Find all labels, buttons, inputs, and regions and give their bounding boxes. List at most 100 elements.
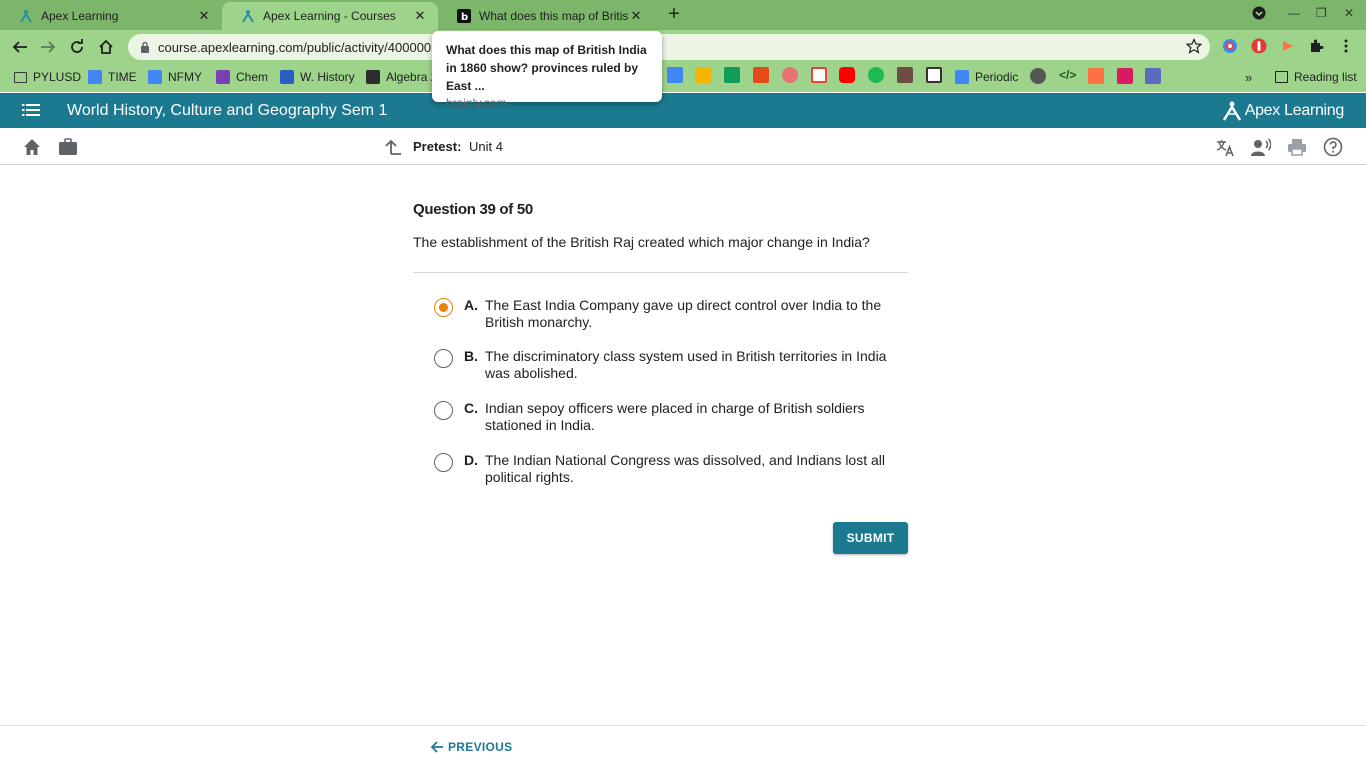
print-icon[interactable] [1287, 137, 1307, 157]
bookmark-shield-icon[interactable] [926, 67, 942, 83]
extension-orange-icon[interactable] [1280, 38, 1298, 56]
question-divider [413, 272, 908, 273]
forward-icon[interactable] [38, 37, 58, 57]
pretest-breadcrumb: Pretest: Unit 4 [413, 139, 503, 154]
home-icon[interactable] [22, 137, 42, 157]
translate-bookmark-icon[interactable] [1145, 68, 1161, 84]
tab-apex-learning-courses[interactable]: Apex Learning - Courses ✕ [222, 2, 438, 30]
docs-icon[interactable] [667, 67, 683, 83]
minimize-icon[interactable]: — [1288, 6, 1300, 20]
close-tab-icon[interactable]: ✕ [412, 8, 428, 24]
translate-icon[interactable] [1215, 137, 1235, 157]
bookmark-chem[interactable]: Chem [216, 68, 268, 86]
docs-icon [88, 70, 102, 84]
submit-button[interactable]: SUBMIT [833, 522, 908, 554]
bookmark-target-icon[interactable] [782, 67, 798, 83]
question-number: Question 39 of 50 [413, 201, 533, 218]
apex-logo: Apex Learning [1221, 100, 1344, 122]
close-window-icon[interactable]: ✕ [1344, 6, 1354, 20]
option-letter: C. [464, 400, 478, 416]
new-tab-icon[interactable]: + [664, 3, 684, 25]
option-text: The Indian National Congress was dissolv… [485, 452, 886, 485]
classroom-icon [366, 70, 380, 84]
help-icon[interactable] [1323, 137, 1343, 157]
tab-title: Apex Learning - Courses [263, 9, 396, 23]
folder-icon [14, 71, 27, 83]
reload-icon[interactable] [67, 37, 87, 57]
previous-label: PREVIOUS [448, 740, 513, 754]
tab-brainly[interactable]: b What does this map of British India ✕ [438, 2, 654, 30]
bookmark-circle-icon[interactable] [1030, 68, 1046, 84]
apex-logo-icon [1222, 101, 1241, 121]
option-text: Indian sepoy officers were placed in cha… [485, 400, 865, 433]
reading-list-icon [1275, 71, 1288, 83]
browser-tabstrip: Apex Learning ✕ Apex Learning - Courses … [0, 0, 1366, 30]
gmail-icon[interactable] [811, 67, 827, 83]
extensions-icon[interactable] [1308, 38, 1326, 56]
docs-icon [955, 70, 969, 84]
radio-button-selected[interactable] [434, 298, 453, 317]
bookmark-w-history[interactable]: W. History [280, 68, 355, 86]
bookmark-nfmy[interactable]: NFMY [148, 68, 202, 86]
star-icon[interactable] [1185, 38, 1204, 56]
extension-color-icon[interactable] [1222, 38, 1240, 56]
extension-red-icon[interactable] [1251, 38, 1269, 56]
question-text: The establishment of the British Raj cre… [413, 234, 870, 250]
tab-hover-card: What does this map of British India in 1… [432, 31, 662, 110]
code-icon[interactable]: </> [1059, 68, 1076, 84]
option-letter: B. [464, 348, 478, 364]
bookmark-pylusd[interactable]: PYLUSD [14, 68, 81, 86]
home-icon[interactable] [96, 37, 116, 57]
slides-icon[interactable] [695, 67, 711, 83]
radio-button[interactable] [434, 349, 453, 368]
browser-menu-icon[interactable] [1338, 38, 1356, 56]
bookmark-red-icon[interactable] [753, 67, 769, 83]
svg-text:b: b [461, 12, 468, 23]
tab-search-icon[interactable] [1252, 6, 1266, 23]
back-icon[interactable] [10, 37, 30, 57]
bookmark-algebra-2[interactable]: Algebra 2 [366, 68, 437, 86]
restore-icon[interactable]: ❐ [1316, 6, 1327, 20]
lock-icon [141, 41, 149, 53]
bookmarks-bar: PYLUSD TIME NFMY Chem W. History Algebra… [0, 63, 1366, 92]
brainly-favicon-icon: b [456, 9, 471, 24]
pretest-label: Pretest: [413, 139, 462, 154]
address-bar[interactable]: course.apexlearning.com/public/activity/… [128, 34, 1210, 60]
answer-option-b[interactable]: B. The discriminatory class system used … [434, 348, 904, 382]
docs-icon [148, 70, 162, 84]
previous-button[interactable]: PREVIOUS [430, 740, 512, 754]
hover-card-title: What does this map of British India in 1… [446, 43, 647, 93]
arrow-left-icon [430, 741, 443, 753]
classroom-icon [280, 70, 294, 84]
answer-option-d[interactable]: D. The Indian National Congress was diss… [434, 452, 904, 486]
menu-icon[interactable] [22, 103, 40, 117]
up-arrow-icon[interactable] [383, 137, 403, 157]
option-text: The East India Company gave up direct co… [485, 297, 882, 330]
url-text: course.apexlearning.com/public/activity/… [158, 39, 432, 55]
read-aloud-icon[interactable] [1251, 137, 1271, 157]
activity-toolbar: Pretest: Unit 4 [0, 128, 1366, 165]
youtube-icon[interactable] [839, 67, 855, 83]
bookmark-w-icon[interactable] [1088, 68, 1104, 84]
footer-nav: PREVIOUS [0, 725, 1366, 768]
bookmark-brown-icon[interactable] [897, 67, 913, 83]
answer-option-a[interactable]: A. The East India Company gave up direct… [434, 297, 904, 331]
spotify-icon[interactable] [868, 67, 884, 83]
radio-button[interactable] [434, 453, 453, 472]
radio-button[interactable] [434, 401, 453, 420]
pretest-value: Unit 4 [469, 139, 504, 154]
reading-list[interactable]: Reading list [1275, 68, 1357, 86]
briefcase-icon[interactable] [58, 137, 78, 157]
sheets-icon[interactable] [724, 67, 740, 83]
option-text: The discriminatory class system used in … [485, 348, 887, 381]
bookmark-time[interactable]: TIME [88, 68, 137, 86]
answer-option-c[interactable]: C. Indian sepoy officers were placed in … [434, 400, 904, 434]
close-tab-icon[interactable]: ✕ [628, 8, 644, 24]
more-bookmarks-icon[interactable]: » [1245, 68, 1252, 86]
bookmark-pink-icon[interactable] [1117, 68, 1133, 84]
close-tab-icon[interactable]: ✕ [196, 8, 212, 24]
hover-card-domain: brainly.com [446, 96, 507, 110]
bookmark-periodic[interactable]: Periodic [955, 68, 1018, 86]
tab-apex-learning[interactable]: Apex Learning ✕ [0, 2, 222, 30]
tab-title: What does this map of British India [479, 9, 628, 23]
